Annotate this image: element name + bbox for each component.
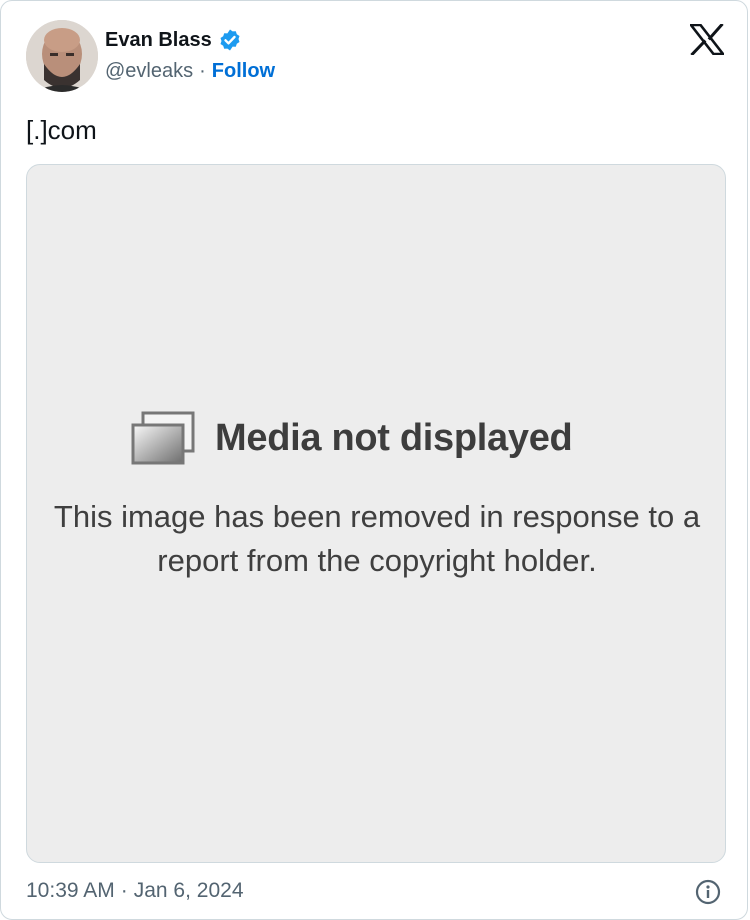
handle-separator: · — [199, 60, 206, 82]
tweet-timestamp[interactable]: 10:39 AM · Jan 6, 2024 — [26, 878, 244, 904]
media-title: Media not displayed — [215, 417, 573, 459]
x-logo-icon[interactable] — [690, 24, 724, 55]
verified-badge-icon — [220, 29, 240, 51]
avatar[interactable] — [26, 20, 98, 92]
author-handle-row: @evleaks · Follow — [105, 58, 275, 84]
info-icon[interactable] — [695, 879, 721, 905]
follow-button[interactable]: Follow — [212, 58, 275, 84]
media-placeholder[interactable]: Media not displayed This image has been … — [26, 164, 726, 863]
tweet-card: Evan Blass @evleaks · Follow [.]com Medi… — [0, 0, 748, 920]
media-message: This image has been removed in response … — [27, 495, 725, 583]
media-message-line2: report from the copyright holder. — [157, 543, 597, 578]
tweet-date: Jan 6, 2024 — [133, 879, 244, 902]
tweet-text: [.]com — [26, 115, 97, 145]
timestamp-separator: · — [120, 879, 128, 902]
author-name-row: Evan Blass — [105, 27, 242, 53]
author-name[interactable]: Evan Blass — [105, 27, 212, 53]
photo-stack-icon — [131, 411, 195, 465]
avatar-image — [26, 20, 98, 92]
author-handle[interactable]: @evleaks — [105, 58, 193, 84]
tweet-time: 10:39 AM — [26, 879, 115, 902]
media-message-line1: This image has been removed in response … — [53, 499, 701, 534]
